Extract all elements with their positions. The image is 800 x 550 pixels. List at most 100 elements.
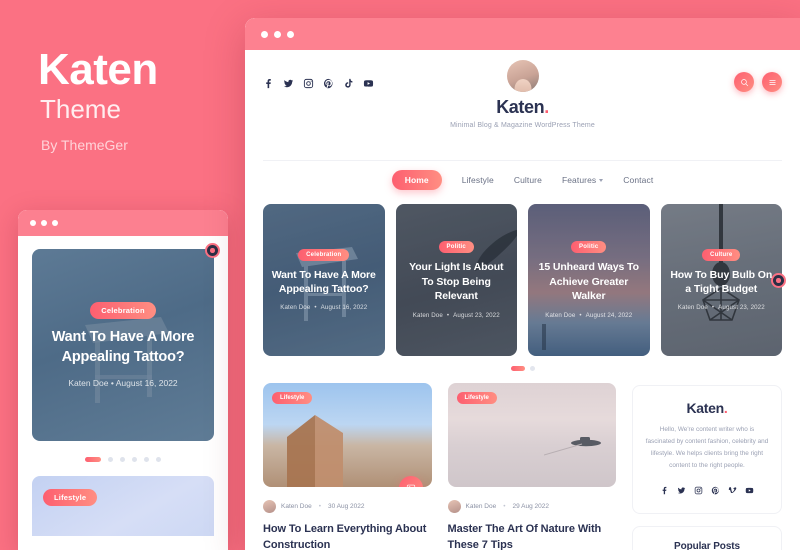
carousel-dot[interactable] xyxy=(156,457,161,462)
carousel-dot[interactable] xyxy=(120,457,125,462)
facebook-icon[interactable] xyxy=(660,482,669,500)
post-date: 30 Aug 2022 xyxy=(328,503,365,510)
meta-separator: • xyxy=(579,311,582,319)
settings-gear-icon[interactable] xyxy=(207,245,218,256)
carousel-dot-active[interactable] xyxy=(85,457,101,462)
about-brand-text: Katen xyxy=(686,400,725,416)
popular-posts-heading: Popular Posts xyxy=(674,541,740,550)
search-icon xyxy=(740,78,748,86)
card-title: Want To Have A More Appealing Tattoo? xyxy=(271,268,376,295)
mobile-next-card[interactable]: Lifestyle xyxy=(32,476,214,536)
nav-item-lifestyle[interactable]: Lifestyle xyxy=(462,175,494,185)
popular-posts-widget: Popular Posts xyxy=(632,526,782,550)
window-dot xyxy=(261,30,268,38)
post-meta: Katen Doe • 29 Aug 2022 xyxy=(447,500,617,513)
featured-card[interactable]: Celebration Want To Have A More Appealin… xyxy=(263,204,385,356)
post-thumbnail[interactable]: Lifestyle xyxy=(447,383,616,487)
youtube-icon[interactable] xyxy=(745,482,754,500)
category-badge[interactable]: Politic xyxy=(571,241,607,254)
featured-card[interactable]: Politic 15 Unheard Ways To Achieve Great… xyxy=(528,204,650,356)
search-button[interactable] xyxy=(734,72,754,92)
brand-name-text: Katen xyxy=(496,97,545,117)
post-thumbnail[interactable]: Lifestyle xyxy=(263,383,432,487)
featured-card[interactable]: Politic Your Light Is About To Stop Bein… xyxy=(395,204,517,356)
card-title: Your Light Is About To Stop Being Releva… xyxy=(409,261,504,303)
carousel-dot[interactable] xyxy=(108,457,113,462)
window-dot xyxy=(30,220,36,226)
header-actions xyxy=(734,72,782,92)
main-content: Lifestyle Katen Doe • 30 Aug 2022 How To xyxy=(245,379,800,550)
about-social-links xyxy=(645,482,769,500)
card-author: Katen Doe xyxy=(412,311,443,319)
card-meta: Katen Doe • August 16, 2022 xyxy=(68,377,178,388)
carousel-dot[interactable] xyxy=(144,457,149,462)
window-dot xyxy=(287,30,294,38)
nav-item-contact[interactable]: Contact xyxy=(623,175,653,185)
nav-item-culture[interactable]: Culture xyxy=(514,175,542,185)
nav-wrapper: Home Lifestyle Culture Features Contact xyxy=(263,160,782,198)
category-badge[interactable]: Celebration xyxy=(90,302,156,320)
promo-title: Katen xyxy=(38,45,158,94)
post-card[interactable]: Lifestyle Katen Doe • 30 Aug 2022 How To xyxy=(263,383,432,550)
card-date: August 16, 2022 xyxy=(320,304,368,312)
carousel-dot[interactable] xyxy=(132,457,137,462)
category-badge[interactable]: Culture xyxy=(702,248,741,261)
about-widget: Katen. Hello, We're content writer who i… xyxy=(632,385,782,515)
window-dot xyxy=(41,220,47,226)
main-navigation: Home Lifestyle Culture Features Contact xyxy=(263,161,782,198)
pagination-dot[interactable] xyxy=(529,366,535,371)
card-author: Katen Doe xyxy=(280,304,311,312)
about-text: Hello, We're content writer who is fasci… xyxy=(645,426,769,469)
gallery-icon-button[interactable] xyxy=(398,476,423,487)
brand-dot: . xyxy=(544,97,549,117)
card-date: August 23, 2022 xyxy=(718,304,765,312)
category-badge[interactable]: Politic xyxy=(438,241,474,254)
pagination-dot-active[interactable] xyxy=(510,366,525,371)
nav-item-features-label: Features xyxy=(561,175,597,185)
post-date: 29 Aug 2022 xyxy=(512,503,550,510)
post-author: Katen Doe xyxy=(281,503,312,510)
brand-name: Katen. xyxy=(496,97,549,118)
category-badge[interactable]: Lifestyle xyxy=(272,392,313,404)
instagram-icon[interactable] xyxy=(694,482,703,500)
card-meta: Katen Doe • August 23, 2022 xyxy=(413,312,500,319)
building-illustration xyxy=(287,415,343,487)
browser-titlebar xyxy=(245,18,800,50)
window-dot xyxy=(52,220,58,226)
category-badge[interactable]: Lifestyle xyxy=(456,392,497,404)
vimeo-icon[interactable] xyxy=(728,482,737,500)
site-tagline: Minimal Blog & Magazine WordPress Theme xyxy=(450,122,595,129)
mobile-content: Celebration Want To Have A More Appealin… xyxy=(18,236,228,536)
card-title: 15 Unheard Ways To Achieve Greater Walke… xyxy=(538,261,639,303)
card-meta: Katen Doe • August 23, 2022 xyxy=(678,304,765,311)
post-title[interactable]: How To Learn Everything About Constructi… xyxy=(263,522,432,550)
mobile-featured-card[interactable]: Celebration Want To Have A More Appealin… xyxy=(32,249,214,441)
image-icon xyxy=(406,484,415,487)
meta-separator: • xyxy=(318,503,321,510)
pinterest-icon[interactable] xyxy=(711,482,720,500)
twitter-icon[interactable] xyxy=(677,482,686,500)
meta-separator: • xyxy=(446,311,450,319)
menu-button[interactable] xyxy=(762,72,782,92)
browser-preview-window: Katen. Minimal Blog & Magazine WordPress… xyxy=(245,18,800,550)
post-title[interactable]: Master The Art Of Nature With These 7 Ti… xyxy=(448,522,617,550)
nav-item-home[interactable]: Home xyxy=(391,170,442,190)
chevron-down-icon xyxy=(599,178,604,182)
featured-card[interactable]: Culture How To Buy Bulb On a Tight Budge… xyxy=(660,204,782,356)
category-badge[interactable]: Celebration xyxy=(298,248,350,261)
about-brand-name: Katen. xyxy=(645,400,769,416)
figure-illustration xyxy=(542,324,546,350)
promo-byline: By ThemeGer xyxy=(41,137,128,153)
category-badge[interactable]: Lifestyle xyxy=(43,489,98,506)
post-card[interactable]: Lifestyle Katen Doe • 29 Aug 2022 Master… xyxy=(447,383,617,550)
mobile-carousel-dots[interactable] xyxy=(32,457,214,462)
avatar xyxy=(263,500,276,513)
promo-subtitle: Theme xyxy=(40,94,121,124)
featured-pagination[interactable] xyxy=(245,356,800,379)
card-meta: Katen Doe • August 24, 2022 xyxy=(545,312,632,319)
nav-item-features[interactable]: Features xyxy=(561,175,604,185)
card-author: Katen Doe xyxy=(677,304,708,312)
card-meta: Katen Doe • August 16, 2022 xyxy=(280,304,367,311)
mobile-titlebar xyxy=(18,210,228,236)
mobile-preview-window: Celebration Want To Have A More Appealin… xyxy=(18,210,228,550)
